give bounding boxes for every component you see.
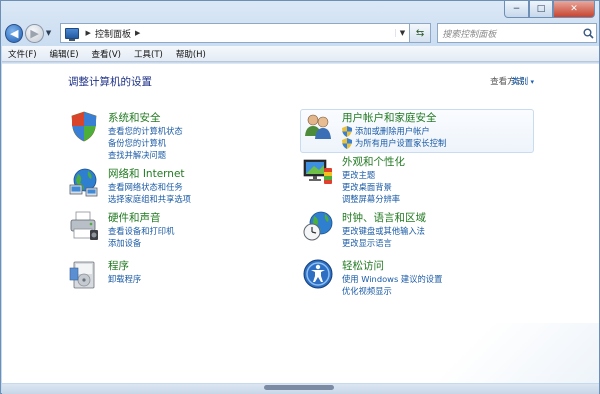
link-backup-computer[interactable]: 备份您的计算机 [108,137,166,149]
link-optimize-video-display[interactable]: 优化视频显示 [342,285,392,297]
category-title[interactable]: 系统和安全 [108,110,161,125]
search-icon[interactable] [580,28,596,39]
scroll-grip[interactable] [264,385,334,390]
search-placeholder: 搜索控制面板 [442,29,497,40]
category-title[interactable]: 时钟、语言和区域 [342,210,426,225]
address-bar[interactable]: ▶ 控制面板 ▶ ▼ [59,23,410,43]
printer-icon[interactable] [68,210,100,242]
recent-pages-dropdown[interactable]: ▼ [46,29,56,37]
page-title: 调整计算机的设置 [68,76,152,88]
category-title[interactable]: 外观和个性化 [342,154,405,169]
category-title[interactable]: 硬件和声音 [108,210,161,225]
link-adjust-resolution[interactable]: 调整屏幕分辨率 [342,193,400,205]
programs-icon[interactable] [68,258,100,290]
forward-button[interactable]: ▶ [25,23,44,43]
link-uninstall-program[interactable]: 卸载程序 [108,273,141,285]
link-view-computer-status[interactable]: 查看您的计算机状态 [108,125,183,137]
network-globe-icon[interactable] [68,166,100,198]
link-parental-controls[interactable]: 为所有用户设置家长控制 [342,137,446,149]
category-title[interactable]: 网络和 Internet [108,166,185,181]
forward-arrow-icon: ▶ [30,26,39,40]
refresh-button[interactable]: ⇆ [409,23,432,43]
menu-tools[interactable]: 工具(T) [134,48,163,60]
menu-edit[interactable]: 编辑(E) [50,48,79,60]
content-area: 调整计算机的设置 查看方式: 类别 系统和安全 查看您的计算机状态 备份您的计算… [2,63,599,383]
category-title[interactable]: 程序 [108,258,129,273]
link-add-device[interactable]: 添加设备 [108,237,141,249]
link-homegroup-sharing[interactable]: 选择家庭组和共享选项 [108,193,191,205]
menu-file[interactable]: 文件(F) [8,48,37,60]
breadcrumb-chevron-icon[interactable]: ▶ [135,29,140,37]
refresh-icon: ⇆ [415,27,425,39]
link-view-network-status[interactable]: 查看网络状态和任务 [108,181,183,193]
address-dropdown-button[interactable]: ▼ [394,29,409,37]
view-by-dropdown[interactable]: 类别 [511,75,534,87]
link-recommended-settings[interactable]: 使用 Windows 建议的设置 [342,273,442,285]
clock-globe-icon[interactable] [302,210,334,242]
link-change-display-language[interactable]: 更改显示语言 [342,237,392,249]
link-label: 添加或删除用户帐户 [355,126,430,136]
category-title[interactable]: 用户帐户和家庭安全 [342,110,437,125]
control-panel-window: − □ ✕ ◀ ▶ ▼ ▶ 控制面板 ▶ ▼ ⇆ 搜索控制面板 文件(F) 编辑… [0,0,600,394]
maximize-button[interactable]: □ [529,1,553,18]
menu-bar: 文件(F) 编辑(E) 查看(V) 工具(T) 帮助(H) [2,46,599,62]
navigation-bar: ◀ ▶ ▼ ▶ 控制面板 ▶ ▼ ⇆ 搜索控制面板 [5,21,597,45]
ease-of-access-icon[interactable] [302,258,334,290]
breadcrumb-chevron-icon[interactable]: ▶ [86,29,91,37]
uac-shield-icon [342,138,352,149]
control-panel-icon [64,27,79,41]
users-icon[interactable] [302,110,334,142]
window-bottom-bar [2,384,599,394]
menu-view[interactable]: 查看(V) [92,48,121,60]
category-title[interactable]: 轻松访问 [342,258,384,273]
breadcrumb-control-panel[interactable]: 控制面板 [95,27,131,40]
link-find-fix-problems[interactable]: 查找并解决问题 [108,149,166,161]
link-view-devices-printers[interactable]: 查看设备和打印机 [108,225,174,237]
search-input[interactable]: 搜索控制面板 [437,23,597,43]
link-change-keyboard-input[interactable]: 更改键盘或其他输入法 [342,225,425,237]
back-button[interactable]: ◀ [5,23,24,43]
menu-help[interactable]: 帮助(H) [176,48,206,60]
link-change-theme[interactable]: 更改主题 [342,169,375,181]
back-arrow-icon: ◀ [9,26,19,40]
display-personalize-icon[interactable] [302,154,334,186]
shield-icon[interactable] [68,110,100,142]
window-controls: − □ ✕ [504,1,595,18]
link-change-desktop-background[interactable]: 更改桌面背景 [342,181,392,193]
uac-shield-icon [342,126,352,137]
close-button[interactable]: ✕ [553,1,595,18]
link-label: 为所有用户设置家长控制 [355,138,447,148]
minimize-button[interactable]: − [504,1,529,18]
link-add-remove-accounts[interactable]: 添加或删除用户帐户 [342,125,430,137]
